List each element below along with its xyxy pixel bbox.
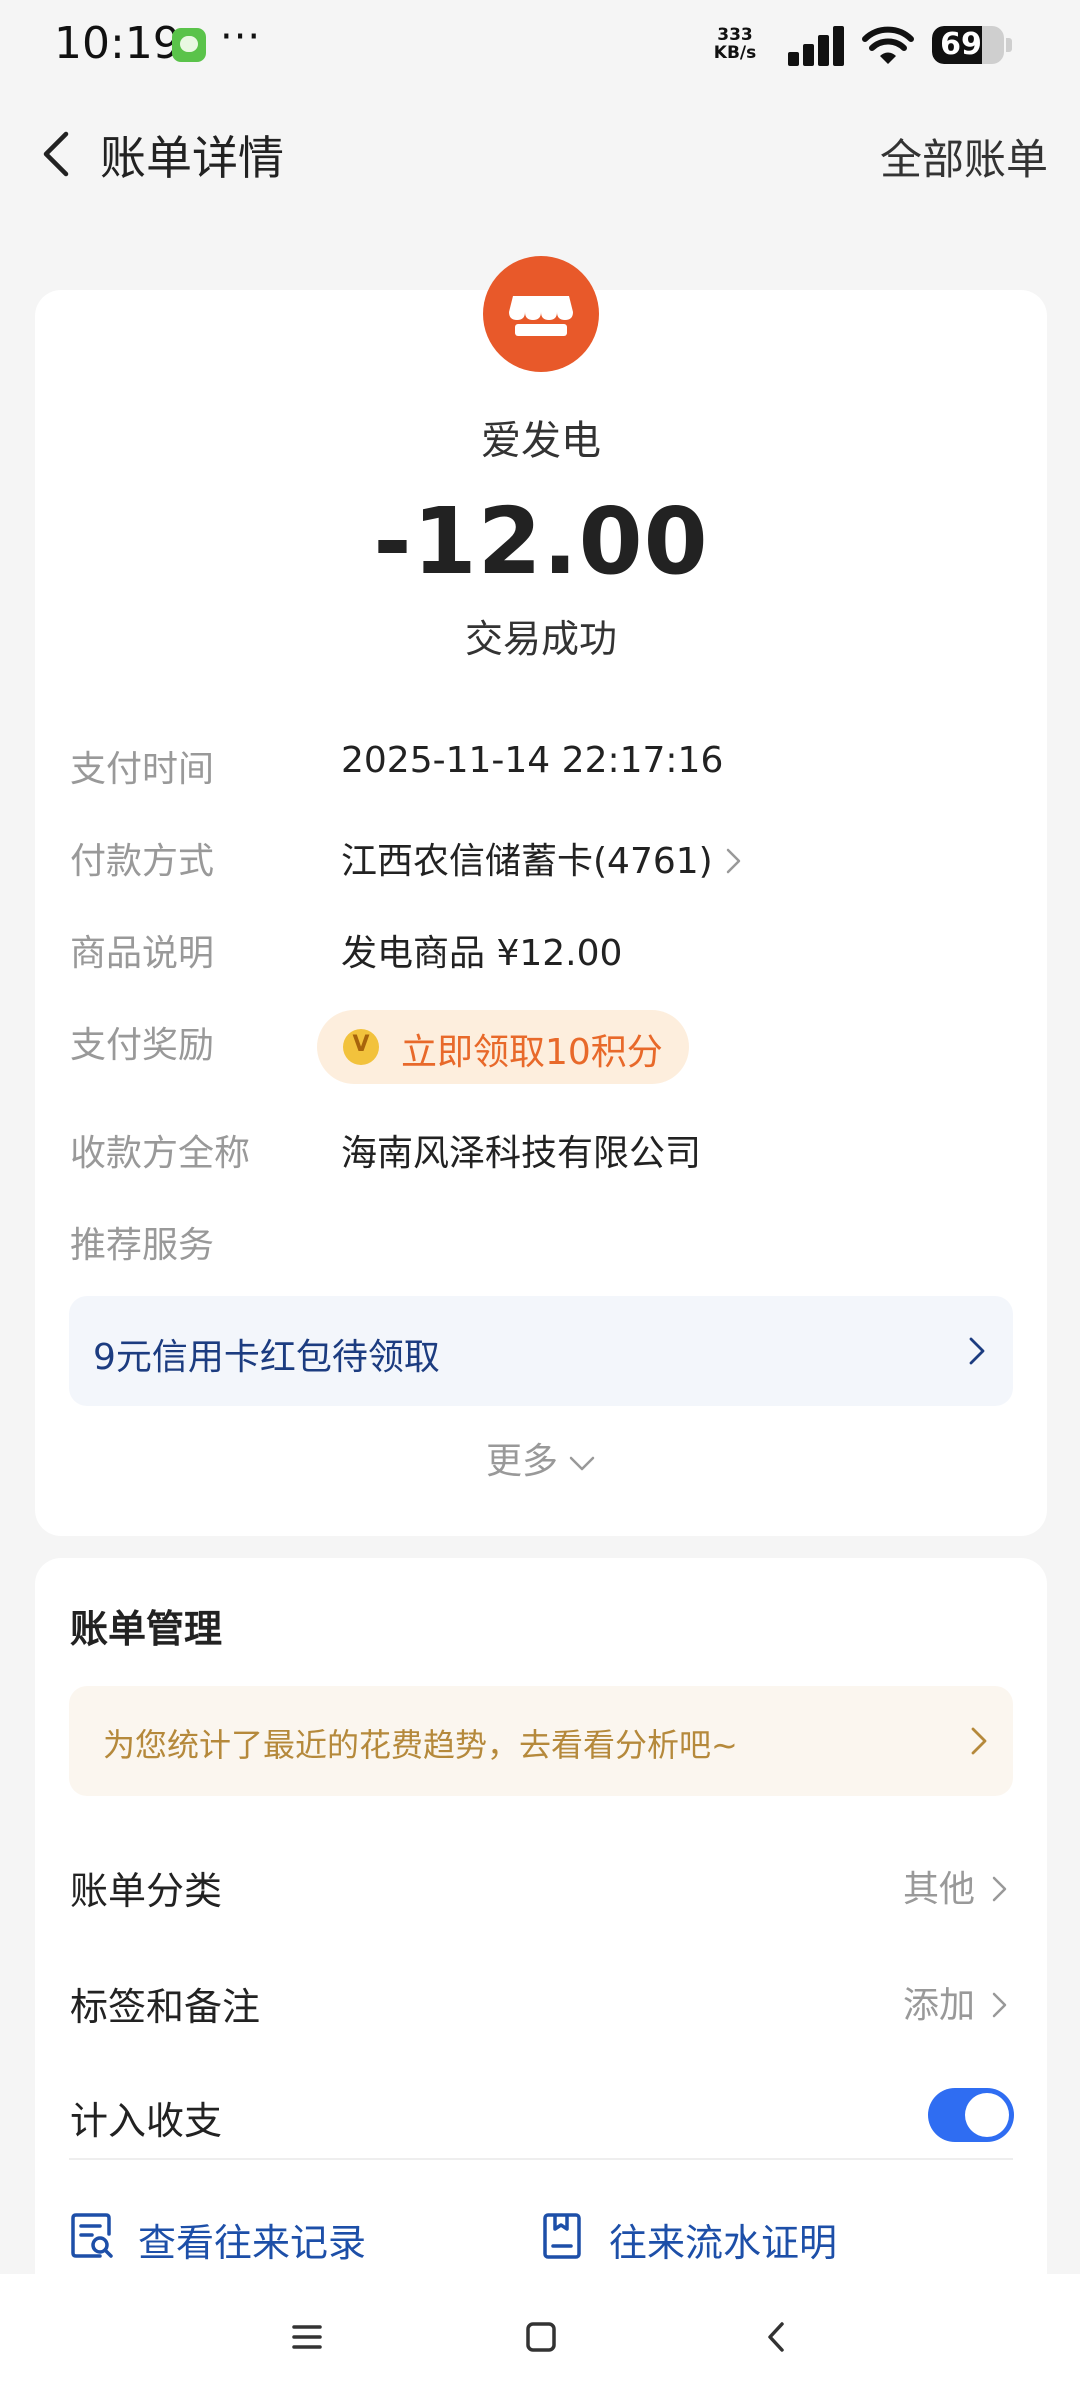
chevron-down-icon [569,1456,595,1471]
system-nav-bar [0,2274,1080,2400]
payment-method-label: 付款方式 [70,841,215,882]
statement-icon [543,2213,581,2259]
page-title: 账单详情 [100,131,284,185]
bill-category-label: 账单分类 [70,1869,223,1913]
claim-points-button[interactable]: 立即领取10积分 [317,1010,689,1084]
transaction-card: 爱发电 -12.00 交易成功 支付时间 2025-11-14 22:17:16… [35,256,1047,1536]
nav-header: 账单详情 全部账单 [0,96,1080,208]
statement-proof-label: 往来流水证明 [609,2221,838,2265]
toggle-knob [965,2093,1009,2137]
merchant-name: 爱发电 [481,418,601,464]
include-in-budget-toggle[interactable] [928,2088,1014,2142]
tags-notes-label: 标签和备注 [70,1985,261,2029]
battery-icon: 69 [932,26,1004,64]
cellular-signal-icon [788,26,844,66]
coin-icon [343,1029,379,1065]
view-history-label: 查看往来记录 [138,2221,367,2265]
payment-time-value: 2025-11-14 22:17:16 [341,740,724,781]
menu-icon[interactable] [282,2312,332,2362]
network-speed-value: 333 [717,25,753,45]
transaction-amount: -12.00 [373,488,709,595]
back-arrow-icon[interactable] [28,124,88,184]
divider [69,2158,1013,2160]
payment-method-text: 江西农信储蓄卡(4761) [341,841,713,882]
home-icon[interactable] [516,2312,566,2362]
bill-category-selector[interactable]: 其他 [903,1860,1011,1912]
payment-time-label: 支付时间 [70,749,215,790]
include-in-budget-label: 计入收支 [70,2099,223,2143]
add-tags-button[interactable]: 添加 [903,1976,1011,2028]
network-speed-unit: KB/s [713,43,757,63]
chevron-right-icon [992,1876,1007,1902]
chevron-right-icon [992,1992,1007,2018]
chevron-right-icon [969,1337,985,1365]
credit-card-promo-banner[interactable]: 9元信用卡红包待领取 [69,1296,1013,1406]
spending-analysis-banner[interactable]: 为您统计了最近的花费趋势，去看看分析吧~ [69,1686,1013,1796]
chevron-right-icon [726,848,740,874]
back-icon[interactable] [752,2312,802,2362]
more-notifications-icon: ··· [220,14,262,60]
payment-reward-label: 支付奖励 [70,1025,215,1066]
bill-category-value: 其他 [902,1869,975,1910]
record-search-icon [71,2213,113,2258]
section-title: 账单管理 [70,1607,223,1651]
recommended-services-label: 推荐服务 [70,1225,215,1266]
bill-detail-page: 10:19 ··· 333 KB/s 69 账单详情 全部账单 爱发电 -12.… [0,0,1080,2400]
payee-name-label: 收款方全称 [70,1133,251,1174]
chevron-right-icon [971,1727,987,1755]
network-speed: 333 KB/s [708,26,762,62]
add-tags-label: 添加 [902,1985,975,2026]
all-bills-link[interactable]: 全部账单 [880,126,1048,187]
store-icon [483,256,599,372]
more-toggle[interactable]: 更多 [35,1432,1047,1484]
more-label: 更多 [485,1441,558,1482]
battery-level: 69 [940,27,982,62]
product-desc-value: 发电商品 ¥12.00 [341,933,623,974]
message-app-icon [172,28,206,62]
promo-text: 9元信用卡红包待领取 [93,1337,440,1378]
payment-method-value[interactable]: 江西农信储蓄卡(4761) [341,832,745,884]
spending-tip-text: 为您统计了最近的花费趋势，去看看分析吧~ [103,1726,738,1764]
status-time: 10:19 [54,18,181,69]
transaction-status: 交易成功 [464,617,617,661]
product-desc-label: 商品说明 [70,933,215,974]
claim-points-label: 立即领取10积分 [401,1032,663,1073]
payee-name-value: 海南风泽科技有限公司 [341,1133,702,1174]
wifi-icon [862,26,914,64]
status-bar: 10:19 ··· 333 KB/s 69 [0,0,1080,96]
battery-cap [1006,38,1012,52]
